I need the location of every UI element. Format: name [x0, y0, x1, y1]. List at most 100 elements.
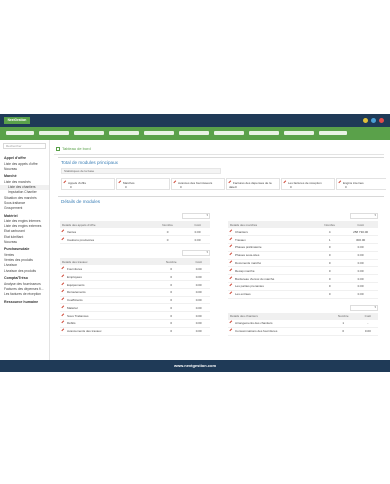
cell-text: Bordereau d'envoi du marché [235, 276, 275, 281]
cell-text: 0 [328, 284, 331, 289]
cell-text: 0.00 [357, 276, 364, 281]
module-tile[interactable]: Engins internes 0 [336, 178, 386, 190]
module-tile[interactable]: Les factures de réception 0 [281, 178, 335, 190]
nav-item[interactable] [179, 131, 209, 135]
table-row[interactable]: Equipements 0 0.00 [60, 280, 210, 289]
row-count: 0 [155, 327, 188, 336]
row-count: 0 [155, 311, 188, 321]
brand-logo[interactable]: NextGestion [4, 117, 30, 124]
sidebar-link[interactable]: Factures des dépenses fi... [0, 286, 49, 291]
sidebar: Rechercher Appel d'offre Liste des appels… [0, 140, 50, 360]
column-header: Détails des marchés [228, 221, 317, 229]
cell-text: Les parties prenantes [235, 284, 264, 289]
window-dot-red[interactable] [379, 118, 384, 123]
module-tile[interactable]: Factures des dépenses de la date 0 [226, 178, 280, 190]
column-header: Nombre [155, 258, 188, 266]
row-icon [61, 237, 66, 242]
overview-title: Total de modules principaux [61, 160, 118, 165]
nav-item[interactable] [39, 131, 69, 135]
table-row[interactable]: Chantiers 4 258 730.00 [228, 228, 378, 237]
table-row[interactable]: Travaux 1 300.00 [228, 235, 378, 245]
row-count: 0 [155, 296, 188, 305]
row-icon [229, 320, 234, 325]
window-dot-blue[interactable] [371, 118, 376, 123]
nav-item[interactable] [144, 131, 174, 135]
details-table: Détails des marchés Nombre Coût Chantiers 4 2… [228, 221, 378, 299]
row-cost: 258 730.00 [343, 228, 378, 237]
period-select[interactable] [350, 213, 378, 219]
row-label: Fournitures [60, 265, 156, 274]
table-row[interactable]: Sous Traitances 0 0.00 [60, 311, 210, 321]
nav-item[interactable] [109, 131, 139, 135]
module-count: 0 [290, 185, 292, 189]
table-row[interactable]: Documents marché 0 0.00 [228, 259, 378, 268]
row-count: 0 [316, 251, 344, 260]
cell-text: Débits [67, 321, 76, 326]
table-row[interactable]: Arrangements des chantiers 1 - [228, 319, 378, 328]
sidebar-search-input[interactable]: Rechercher [3, 143, 46, 149]
column-header: Coût [187, 258, 210, 266]
table-row[interactable]: Fournitures 0 0.00 [60, 265, 210, 274]
column-header: Coût [185, 221, 210, 229]
nav-item[interactable] [249, 131, 279, 135]
module-icon [118, 180, 123, 185]
module-tile[interactable]: Avances des fournisseurs 0 [171, 178, 225, 190]
row-count: 0 [155, 319, 188, 328]
column-header: Nombre [150, 221, 186, 229]
cell-text: Phases sous-sites [235, 253, 260, 258]
row-icon [61, 274, 66, 279]
row-label: Matériel [60, 303, 156, 313]
table-row[interactable]: Phases sous-sites 0 0.00 [228, 251, 378, 260]
nav-item[interactable] [74, 131, 104, 135]
cell-text: 0.00 [195, 274, 202, 279]
nav-item[interactable] [6, 131, 34, 135]
nav-item[interactable] [214, 131, 244, 135]
breadcrumb: Tableau de bord [56, 146, 91, 151]
period-select[interactable] [182, 250, 210, 257]
cell-text: 1 [328, 237, 331, 242]
table-row[interactable]: Employées 0 0.00 [60, 272, 210, 282]
divider [54, 154, 384, 155]
table-row[interactable]: Recap marché 0 0.00 [228, 266, 378, 276]
window-dot-yellow[interactable] [363, 118, 368, 123]
main-content: Tableau de bord Total de modules princip… [54, 140, 386, 360]
cell-text: 0.00 [357, 253, 364, 258]
cell-text: 0.00 [195, 290, 202, 295]
row-cost: 300.00 [343, 235, 378, 245]
cell-text: 0.00 [195, 313, 202, 318]
row-icon [229, 237, 234, 242]
row-label: Bordereau d'envoi du marché [228, 274, 317, 283]
nav-item[interactable] [284, 131, 314, 135]
period-select[interactable] [350, 304, 378, 311]
row-icon [229, 260, 234, 265]
row-cost: 0.00 [187, 288, 210, 297]
table-row[interactable]: Cautions provisoires 0 0.00 [60, 235, 210, 245]
module-label: Les factures de réception [288, 181, 322, 185]
table-row[interactable]: Déroulements 0 0.00 [60, 288, 210, 297]
nav-item[interactable] [319, 131, 347, 135]
cell-text: 0 [328, 261, 331, 266]
cell-text: 0 [170, 290, 173, 295]
module-tile[interactable]: Appels d'offre 0 [61, 178, 115, 190]
cell-text: 0 [170, 274, 173, 279]
period-select[interactable] [182, 213, 210, 219]
table-row[interactable]: Ventes 0 0.00 [60, 228, 210, 237]
table-row[interactable]: Débits 0 0.00 [60, 319, 210, 328]
table-row[interactable]: Phases prélimatoire 0 0.00 [228, 243, 378, 252]
row-icon [229, 283, 234, 288]
row-label: Employées [60, 272, 156, 282]
table-row[interactable]: Coefficients 0 0.00 [60, 296, 210, 305]
table-row[interactable]: Les entrées 0 0.00 [228, 290, 378, 299]
row-label: Recap marché [228, 266, 317, 276]
row-cost: 0.00 [187, 265, 210, 274]
module-count: 0 [125, 185, 127, 189]
table-row[interactable]: Avancements des travaux 0 0.00 [60, 327, 210, 336]
table-row[interactable]: Les parties prenantes 0 0.00 [228, 282, 378, 291]
row-label: Equipements [60, 280, 156, 289]
table-row[interactable]: Bordereau d'envoi du marché 0 0.00 [228, 274, 378, 283]
table-row[interactable]: Consommations des fournitures 0 0.00 [228, 327, 378, 336]
module-tile[interactable]: Marchés 0 [116, 178, 170, 190]
table-row[interactable]: Matériel 0 0.00 [60, 303, 210, 313]
row-label: Les parties prenantes [228, 282, 317, 291]
